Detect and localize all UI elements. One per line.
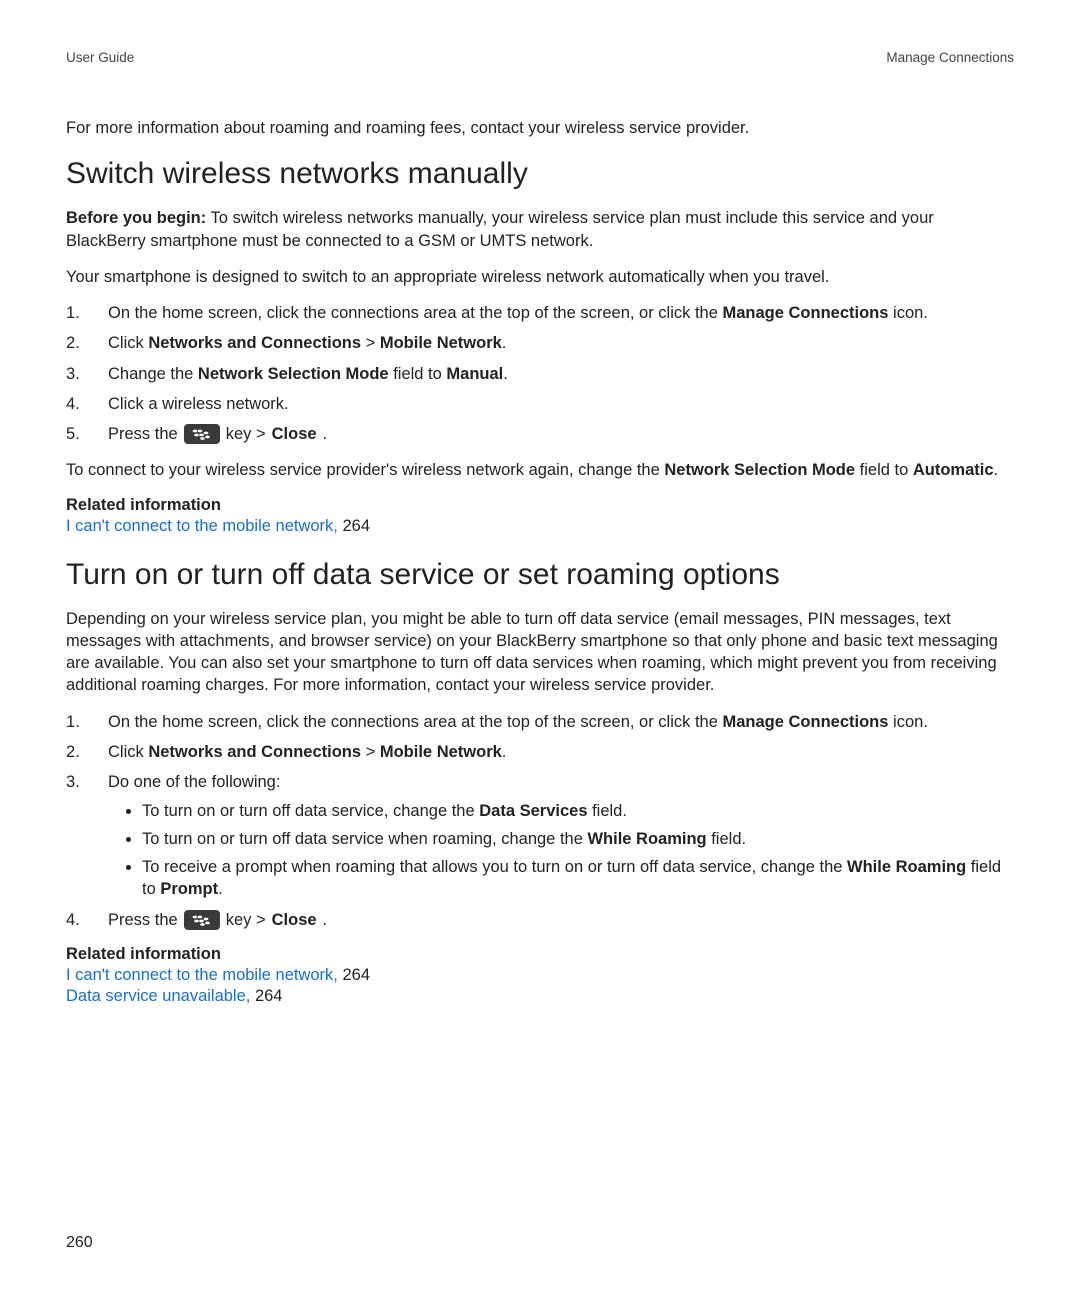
section2-step-2: Click Networks and Connections > Mobile …: [66, 741, 1014, 763]
section2-step-1: On the home screen, click the connection…: [66, 711, 1014, 733]
section1-related-line: I can't connect to the mobile network, 2…: [66, 517, 1014, 536]
section1-step-1: On the home screen, click the connection…: [66, 302, 1014, 324]
section2-title: Turn on or turn off data service or set …: [66, 558, 1014, 592]
section1-title: Switch wireless networks manually: [66, 157, 1014, 191]
section2-bullet-3: To receive a prompt when roaming that al…: [142, 856, 1014, 901]
page-header: User Guide Manage Connections: [66, 50, 1014, 65]
page: User Guide Manage Connections For more i…: [0, 0, 1080, 1296]
before-you-begin-label: Before you begin:: [66, 209, 206, 227]
intro-paragraph: For more information about roaming and r…: [66, 117, 1014, 139]
section2-sub-bullets: To turn on or turn off data service, cha…: [108, 800, 1014, 901]
section1-auto-note: Your smartphone is designed to switch to…: [66, 266, 1014, 288]
section2-related-line-1: I can't connect to the mobile network, 2…: [66, 966, 1014, 985]
section1-reconnect: To connect to your wireless service prov…: [66, 459, 1014, 481]
section2-related-line-2: Data service unavailable, 264: [66, 987, 1014, 1006]
link-data-service-unavailable[interactable]: Data service unavailable,: [66, 987, 250, 1005]
section2-step-3: Do one of the following: To turn on or t…: [66, 771, 1014, 900]
section2-related-heading: Related information: [66, 945, 1014, 964]
blackberry-key-icon: [184, 424, 220, 444]
page-number: 260: [66, 1234, 93, 1252]
section1-step-4: Click a wireless network.: [66, 393, 1014, 415]
section1-before: Before you begin: To switch wireless net…: [66, 207, 1014, 252]
section1-step-5: Press the key > Clo: [66, 423, 1014, 445]
section1-step-2: Click Networks and Connections > Mobile …: [66, 332, 1014, 354]
section1-steps: On the home screen, click the connection…: [66, 302, 1014, 445]
link-cant-connect-mobile[interactable]: I can't connect to the mobile network,: [66, 517, 338, 535]
section1-related-heading: Related information: [66, 496, 1014, 515]
section2-bullet-2: To turn on or turn off data service when…: [142, 828, 1014, 850]
link-cant-connect-mobile-2[interactable]: I can't connect to the mobile network,: [66, 966, 338, 984]
section2-steps: On the home screen, click the connection…: [66, 711, 1014, 931]
section2-paragraph: Depending on your wireless service plan,…: [66, 608, 1014, 697]
section1-step-3: Change the Network Selection Mode field …: [66, 363, 1014, 385]
header-left: User Guide: [66, 50, 134, 65]
section2-bullet-1: To turn on or turn off data service, cha…: [142, 800, 1014, 822]
section2-step-4: Press the key > Clo: [66, 909, 1014, 931]
header-right: Manage Connections: [886, 50, 1014, 65]
blackberry-key-icon: [184, 910, 220, 930]
